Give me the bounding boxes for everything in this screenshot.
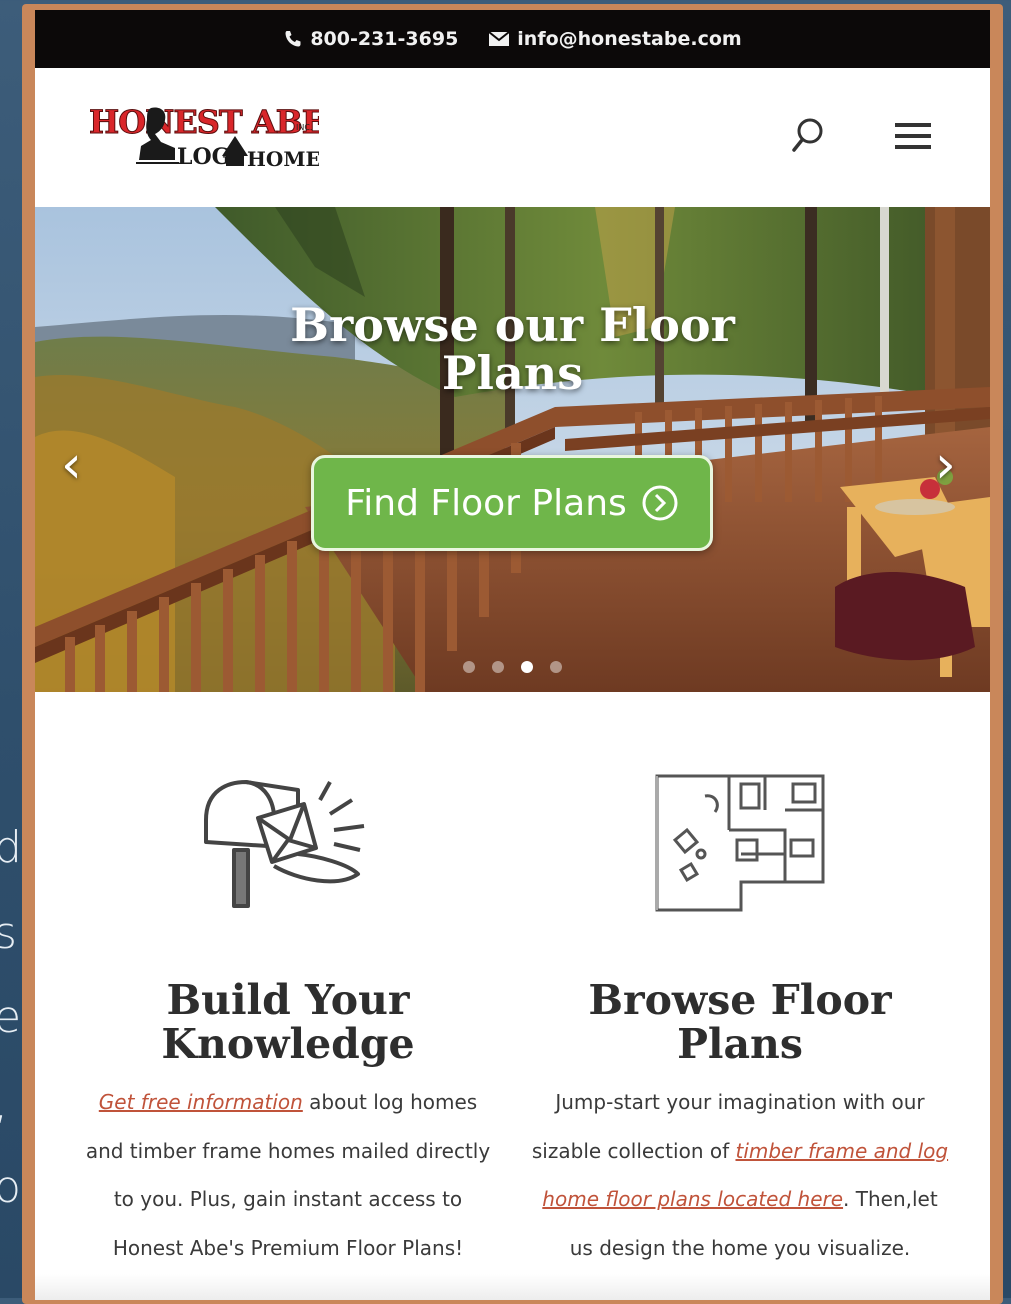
- slider-dot[interactable]: [492, 661, 504, 673]
- slider-dot[interactable]: [550, 661, 562, 673]
- chevron-right-circle-icon: [642, 485, 678, 521]
- slider-dot[interactable]: [463, 661, 475, 673]
- slider-prev-arrow[interactable]: ‹: [61, 435, 82, 495]
- email-address: info@honestabe.com: [517, 28, 742, 50]
- logo-wordmark-top: HONEST ABE: [89, 103, 319, 141]
- left-edge-fragment: ,: [0, 1082, 8, 1126]
- slider-pagination: [463, 661, 562, 673]
- phone-icon: [285, 31, 301, 47]
- slider-dot-active[interactable]: [521, 661, 533, 673]
- hero-title: Browse our Floor Plans: [290, 298, 735, 400]
- feature-title: Build Your Knowledge: [161, 976, 415, 1068]
- feature-description: Jump-start your imagination with our siz…: [530, 1078, 950, 1272]
- find-floor-plans-label: Find Floor Plans: [345, 482, 627, 524]
- feature-title: Browse Floor Plans: [588, 976, 892, 1068]
- logo-wordmark-log: LOG: [177, 144, 230, 170]
- floor-plan-icon: [655, 774, 825, 912]
- logo-wordmark-inc: INC.: [296, 123, 312, 132]
- left-edge-fragment: e: [0, 992, 22, 1043]
- site-logo[interactable]: HONEST ABE INC. LOG HOMES: [89, 100, 336, 176]
- hamburger-menu-icon: [895, 123, 931, 149]
- phone-number: 800-231-3695: [310, 28, 459, 50]
- left-edge-fragment: d: [0, 822, 22, 873]
- hero-slider[interactable]: Browse our Floor Plans Find Floor Plans …: [35, 207, 990, 692]
- envelope-icon: [488, 31, 510, 46]
- contact-topbar: 800-231-3695 info@honestabe.com: [35, 10, 990, 68]
- mailbox-icon: [204, 780, 365, 908]
- site-header: HONEST ABE INC. LOG HOMES: [35, 68, 990, 206]
- get-free-information-link[interactable]: Get free information: [99, 1090, 303, 1114]
- bottom-fade-overlay: [35, 1274, 990, 1300]
- feature-browse-floor-plans: Browse Floor Plans Jump-start your imagi…: [530, 770, 950, 1272]
- slider-next-arrow[interactable]: ›: [935, 435, 956, 495]
- feature-build-knowledge: Build Your Knowledge Get free informatio…: [78, 770, 498, 1272]
- left-edge-fragment: o: [0, 1162, 21, 1213]
- left-edge-fragment: s: [0, 908, 17, 959]
- feature-description: Get free information about log homes and…: [78, 1078, 498, 1272]
- honest-abe-logo-graphic: HONEST ABE INC. LOG HOMES: [89, 103, 336, 172]
- email-link[interactable]: info@honestabe.com: [488, 28, 742, 50]
- hamburger-menu-button[interactable]: [893, 120, 933, 157]
- phone-link[interactable]: 800-231-3695: [283, 28, 458, 50]
- website-page: 800-231-3695 info@honestabe.com HONEST A…: [35, 10, 990, 1300]
- search-button[interactable]: [790, 116, 826, 161]
- feature-description-text: about log homes and timber frame homes m…: [85, 1090, 491, 1260]
- logo-wordmark-homes: HOMES: [247, 147, 319, 171]
- hero-deck-photo: [35, 207, 990, 692]
- find-floor-plans-button[interactable]: Find Floor Plans: [311, 455, 713, 551]
- search-icon: [792, 118, 823, 152]
